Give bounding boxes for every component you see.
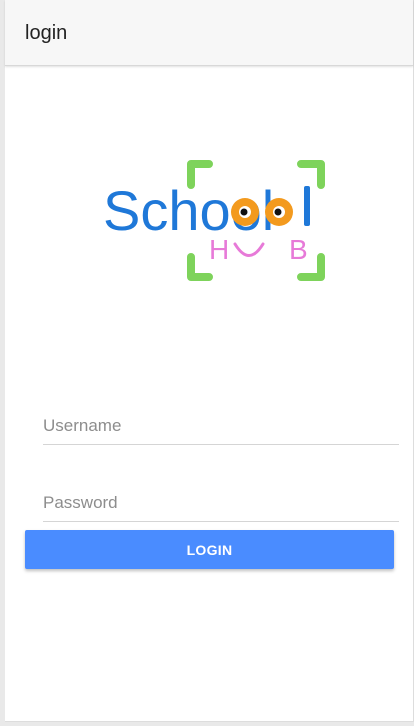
logo-pupil-right [274, 208, 282, 216]
password-input[interactable] [43, 490, 399, 516]
app-bar: login [5, 0, 413, 66]
logo-pupil-left [240, 208, 248, 216]
logo-hub-h: H [209, 234, 229, 265]
logo-hub-smile [233, 242, 265, 257]
password-field [43, 484, 399, 522]
logo-letter-l [304, 186, 310, 226]
page-title: login [25, 22, 68, 44]
username-input[interactable] [43, 413, 399, 439]
username-field [43, 407, 399, 445]
school-hub-logo: School H B [103, 156, 331, 284]
login-screen: login School H B Username LOGIN [5, 0, 414, 722]
school-hub-logo-svg: School H B [103, 160, 325, 281]
login-button[interactable]: LOGIN [25, 530, 394, 569]
logo-hub-b: B [289, 234, 308, 265]
